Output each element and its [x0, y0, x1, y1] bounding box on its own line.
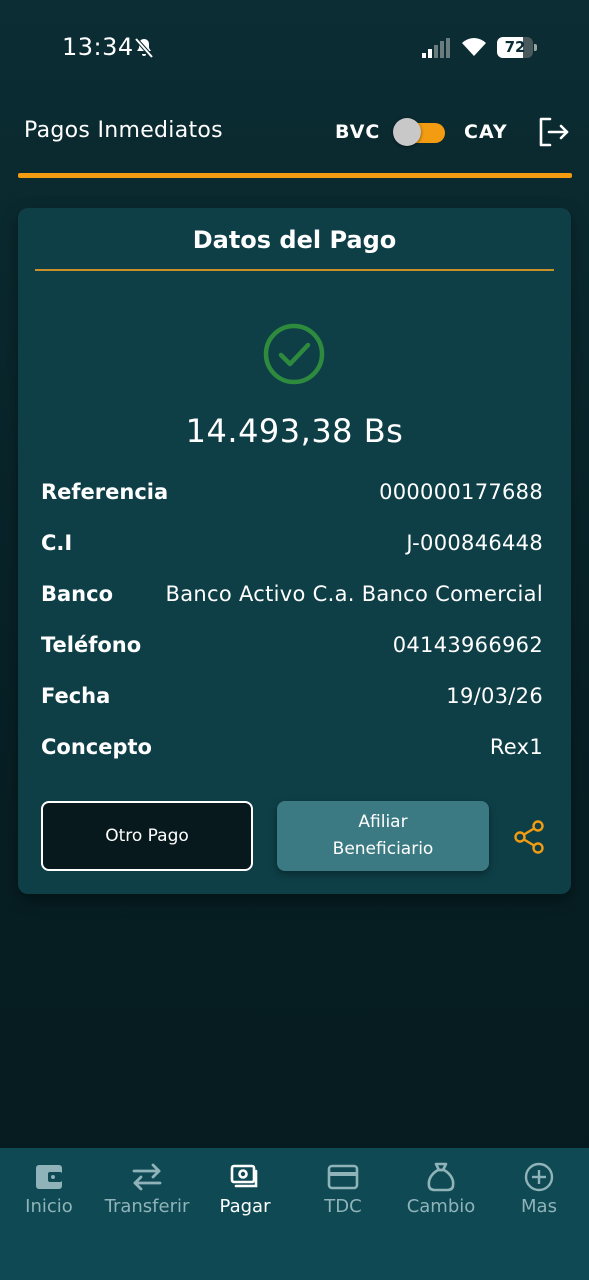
- detail-value: Rex1: [489, 735, 543, 759]
- page-title: Pagos Inmediatos: [24, 118, 223, 143]
- wifi-icon: [462, 38, 486, 56]
- detail-row-ci: C.I J-000846448: [41, 531, 543, 561]
- check-circle-icon: [263, 323, 325, 385]
- header-divider: [18, 173, 572, 178]
- bottom-navigation: Inicio Transferir Pagar TDC Cambio Mas: [0, 1148, 589, 1280]
- bell-muted-icon: [134, 37, 154, 59]
- detail-value: 000000177688: [379, 480, 543, 504]
- detail-label: Concepto: [41, 735, 152, 759]
- card-title: Datos del Pago: [192, 226, 397, 254]
- nav-item-pagar[interactable]: Pagar: [196, 1148, 294, 1248]
- payment-details-card: Datos del Pago 14.493,38 Bs Referencia 0…: [18, 208, 571, 894]
- pay-icon: [230, 1164, 258, 1188]
- detail-label: Banco: [41, 582, 114, 606]
- battery-level: 72: [504, 38, 526, 56]
- nav-label: Pagar: [219, 1196, 271, 1217]
- detail-label: Referencia: [41, 480, 169, 504]
- detail-value: 04143966962: [392, 633, 543, 657]
- share-icon[interactable]: [513, 820, 545, 854]
- card-title-divider: [35, 269, 554, 271]
- afiliar-label-line1: Afiliar: [358, 812, 408, 832]
- battery-indicator: 72: [497, 37, 537, 58]
- credit-card-icon: [327, 1164, 359, 1190]
- detail-value: 19/03/26: [446, 684, 543, 708]
- bank-toggle-switch[interactable]: [393, 118, 445, 146]
- detail-value: Banco Activo C.a. Banco Comercial: [165, 582, 543, 606]
- detail-row-concepto: Concepto Rex1: [41, 735, 543, 765]
- payment-amount: 14.493,38 Bs: [185, 412, 404, 450]
- detail-label: C.I: [41, 531, 73, 555]
- nav-item-transferir[interactable]: Transferir: [98, 1148, 196, 1248]
- nav-label: Transferir: [104, 1196, 190, 1217]
- detail-row-banco: Banco Banco Activo C.a. Banco Comercial: [41, 582, 543, 612]
- nav-label: Mas: [521, 1196, 557, 1217]
- nav-item-cambio[interactable]: Cambio: [392, 1148, 490, 1248]
- nav-label: TDC: [324, 1196, 362, 1217]
- nav-label: Inicio: [25, 1196, 73, 1217]
- detail-row-referencia: Referencia 000000177688: [41, 480, 543, 510]
- plus-circle-icon: [524, 1162, 554, 1192]
- logout-icon[interactable]: [536, 116, 570, 148]
- signal-icon: [422, 38, 450, 58]
- nav-item-mas[interactable]: Mas: [490, 1148, 588, 1248]
- status-time: 13:34: [62, 33, 134, 61]
- nav-item-tdc[interactable]: TDC: [294, 1148, 392, 1248]
- afiliar-beneficiario-button[interactable]: Afiliar Beneficiario: [277, 801, 489, 871]
- cay-label: CAY: [464, 121, 508, 143]
- bvc-label: BVC: [335, 121, 381, 143]
- detail-row-fecha: Fecha 19/03/26: [41, 684, 543, 714]
- detail-row-telefono: Teléfono 04143966962: [41, 633, 543, 663]
- detail-label: Fecha: [41, 684, 111, 708]
- nav-label: Cambio: [406, 1196, 476, 1217]
- detail-value: J-000846448: [406, 531, 543, 555]
- transfer-arrows-icon: [132, 1163, 162, 1191]
- nav-item-inicio[interactable]: Inicio: [0, 1148, 98, 1248]
- otro-pago-button[interactable]: Otro Pago: [41, 801, 253, 871]
- wallet-icon: [36, 1165, 62, 1189]
- detail-label: Teléfono: [41, 633, 142, 657]
- toggle-thumb: [393, 118, 421, 146]
- money-bag-icon: [427, 1162, 455, 1192]
- app-header: Pagos Inmediatos BVC CAY: [0, 96, 589, 178]
- status-bar: 13:34 72: [0, 0, 589, 96]
- afiliar-label-line2: Beneficiario: [332, 839, 434, 859]
